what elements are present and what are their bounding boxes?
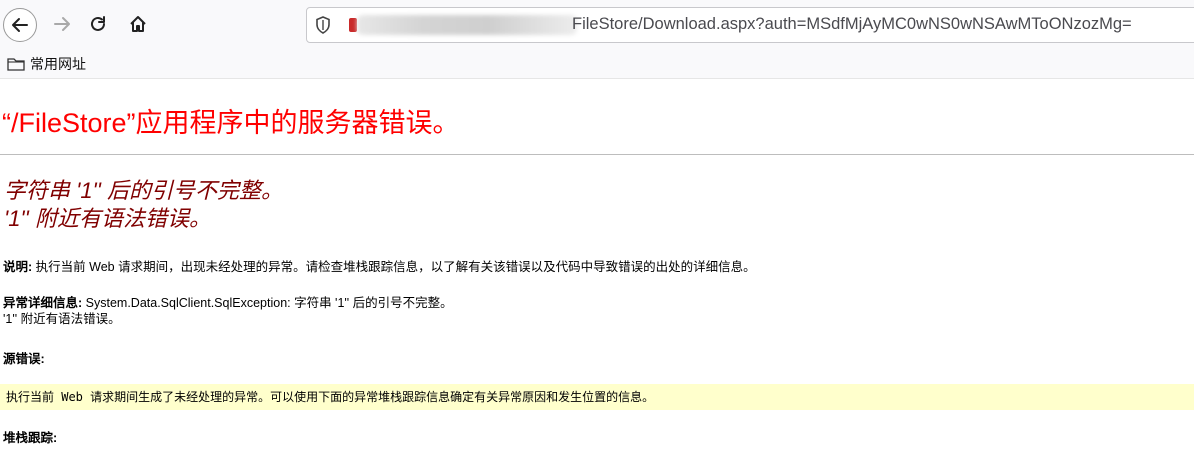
home-icon xyxy=(130,16,146,32)
source-error-label: 源错误: xyxy=(3,352,45,366)
back-button[interactable] xyxy=(3,8,37,42)
source-error-box: 执行当前 Web 请求期间生成了未经处理的异常。可以使用下面的异常堆栈跟踪信息确… xyxy=(0,384,1194,410)
stack-trace-label: 堆栈跟踪: xyxy=(3,431,58,445)
bookmark-label: 常用网址 xyxy=(30,56,86,72)
error-heading: 字符串 '1'' 后的引号不完整。 '1'' 附近有语法错误。 xyxy=(4,177,283,233)
error-heading-line1: 字符串 '1'' 后的引号不完整。 xyxy=(4,178,284,203)
exception-text: System.Data.SqlClient.SqlException: 字符串 … xyxy=(85,296,453,310)
source-error-paragraph: 源错误: xyxy=(3,351,45,367)
reload-icon xyxy=(91,16,105,31)
source-error-text: 执行当前 Web 请求期间生成了未经处理的异常。可以使用下面的异常堆栈跟踪信息确… xyxy=(6,390,655,404)
page-title: “/FileStore”应用程序中的服务器错误。 xyxy=(2,108,460,138)
home-button[interactable] xyxy=(122,8,154,40)
bookmarks-bar: 常用网址 xyxy=(0,50,1194,79)
site-identity-icon[interactable] xyxy=(349,18,357,32)
browser-toolbar: FileStore/Download.aspx?auth=MSdfMjAyMC0… xyxy=(0,0,1194,50)
stack-trace-paragraph: 堆栈跟踪: xyxy=(3,430,57,446)
redacted-url-segment xyxy=(357,15,577,35)
reload-button[interactable] xyxy=(82,8,114,40)
folder-icon xyxy=(7,58,25,71)
description-label: 说明: xyxy=(3,260,33,274)
forward-button[interactable] xyxy=(46,8,78,40)
address-bar[interactable]: FileStore/Download.aspx?auth=MSdfMjAyMC0… xyxy=(306,7,1194,43)
exception-line2: '1'' 附近有语法错误。 xyxy=(3,312,121,326)
divider xyxy=(0,154,1194,155)
forward-icon xyxy=(54,17,70,31)
description-paragraph: 说明: 执行当前 Web 请求期间，出现未经处理的异常。请检查堆栈跟踪信息，以了… xyxy=(3,259,756,275)
exception-paragraph: 异常详细信息: System.Data.SqlClient.SqlExcepti… xyxy=(3,295,453,327)
description-text: 执行当前 Web 请求期间，出现未经处理的异常。请检查堆栈跟踪信息，以了解有关该… xyxy=(35,260,756,274)
back-icon xyxy=(12,18,28,32)
url-text[interactable]: FileStore/Download.aspx?auth=MSdfMjAyMC0… xyxy=(572,15,1132,34)
bookmark-folder[interactable]: 常用网址 xyxy=(7,54,86,74)
error-heading-line2: '1'' 附近有语法错误。 xyxy=(4,206,211,231)
shield-icon[interactable] xyxy=(315,16,331,34)
exception-label: 异常详细信息: xyxy=(3,296,83,310)
